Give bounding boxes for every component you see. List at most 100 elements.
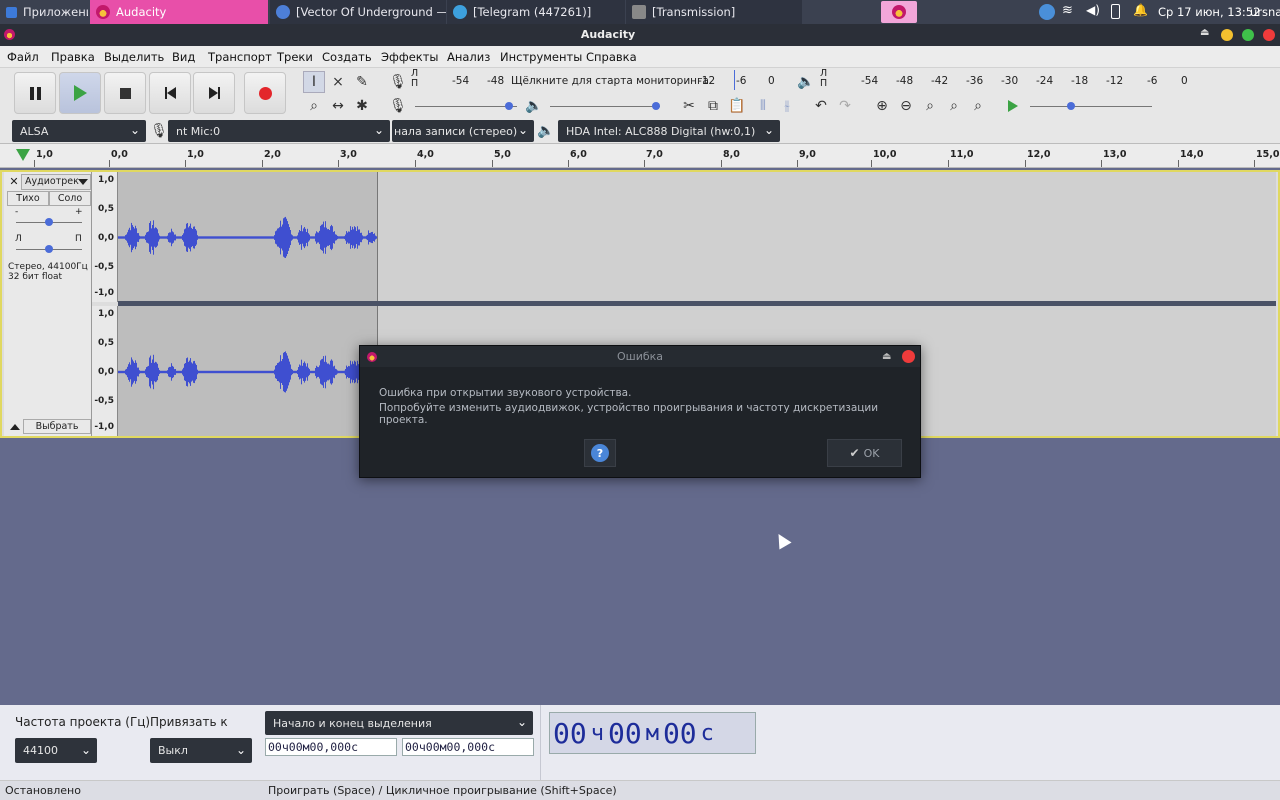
input-channels-select[interactable]: нала записи (стерео) ⌄ [392, 120, 534, 142]
selection-mode-select[interactable]: Начало и конец выделения ⌄ [265, 711, 533, 735]
dialog-shade-icon[interactable]: ⏏ [882, 346, 891, 367]
waveform-sample [216, 370, 217, 374]
menu-transport[interactable]: Транспорт [208, 50, 272, 64]
multi-tool-button[interactable]: ✱ [351, 95, 373, 117]
menu-generate[interactable]: Создать [322, 50, 372, 64]
fit-selection-button[interactable]: ⌕ [919, 95, 941, 117]
menu-effects[interactable]: Эффекты [381, 50, 439, 64]
project-rate-select[interactable]: 44100 ⌄ [15, 738, 97, 763]
play-button[interactable] [59, 72, 101, 114]
playback-volume-slider[interactable] [550, 99, 660, 113]
audio-position-display[interactable]: 00 ч 00 м 00 с [549, 712, 756, 754]
timeline-tick-label: 10,0 [873, 149, 897, 160]
menu-select[interactable]: Выделить [104, 50, 164, 64]
taskbar-window-browser[interactable]: [Vector Of Underground — ... [270, 0, 446, 24]
updates-icon[interactable] [1039, 4, 1055, 20]
timeline-tick-label: 4,0 [417, 149, 434, 160]
record-meter-mic-icon[interactable]: 🎙 [387, 71, 409, 93]
dialog-close-button[interactable] [902, 350, 915, 363]
track-name-menu[interactable]: Аудиотрек [21, 174, 91, 190]
selection-end-time[interactable]: 00ч00м00,000с [402, 738, 534, 756]
slider-thumb[interactable] [505, 102, 513, 110]
copy-button[interactable]: ⧉ [702, 95, 724, 117]
menu-analyze[interactable]: Анализ [447, 50, 490, 64]
help-button[interactable]: ? [584, 439, 616, 467]
battery-icon[interactable] [1111, 4, 1120, 19]
pan-slider[interactable] [16, 245, 82, 253]
taskbar-window-telegram[interactable]: [Telegram (447261)] [447, 0, 625, 24]
maximize-button[interactable] [1242, 29, 1254, 41]
playback-meter[interactable]: -54 -48 -42 -36 -30 -24 -18 -12 -6 0 [835, 70, 1190, 92]
skip-to-end-button[interactable] [193, 72, 235, 114]
skip-to-start-button[interactable] [149, 72, 191, 114]
waveform-sample [120, 236, 121, 239]
timeline-ruler[interactable]: 1,0 0,0 1,0 2,0 3,0 4,0 5,0 6,0 7,0 8,0 9,0 10,0 11,… [0, 144, 1280, 168]
record-button[interactable] [244, 72, 286, 114]
taskbar-window-transmission[interactable]: [Transmission] [626, 0, 802, 24]
waveform-sample [309, 234, 310, 241]
vertical-scale-right[interactable]: 1,0 0,5 0,0 -0,5 -1,0 [92, 306, 118, 436]
play-head-triangle-icon[interactable] [16, 149, 30, 161]
slider-thumb[interactable] [1067, 102, 1075, 110]
snap-to-select[interactable]: Выкл ⌄ [150, 738, 252, 763]
close-track-button[interactable]: ✕ [7, 175, 21, 189]
audio-host-select[interactable]: ALSA ⌄ [12, 120, 146, 142]
close-button[interactable] [1263, 29, 1275, 41]
playback-meter-speaker-icon[interactable]: 🔈 [795, 71, 817, 93]
selection-tool-button[interactable]: I [303, 71, 325, 93]
clock[interactable]: Ср 17 июн, 13:52 [1158, 5, 1260, 19]
select-track-button[interactable]: Выбрать [23, 419, 91, 434]
volume-icon[interactable]: ◀) [1086, 3, 1100, 17]
slider-thumb[interactable] [45, 218, 53, 226]
waveform-sample [320, 360, 321, 384]
slider-thumb[interactable] [45, 245, 53, 253]
menu-help[interactable]: Справка [586, 50, 637, 64]
apps-menu-button[interactable]: Приложения [0, 0, 88, 24]
vertical-scale-left[interactable]: 1,0 0,5 0,0 -0,5 -1,0 [92, 172, 118, 302]
pause-button[interactable] [14, 72, 56, 114]
paste-button[interactable]: 📋 [726, 95, 748, 117]
menu-tracks[interactable]: Треки [277, 50, 313, 64]
draw-tool-button[interactable]: ✎ [351, 71, 373, 93]
menu-view[interactable]: Вид [172, 50, 195, 64]
notifications-bell-icon[interactable]: 🔔 [1133, 3, 1148, 17]
ok-button[interactable]: ✔ OK [827, 439, 902, 467]
solo-button[interactable]: Соло [49, 191, 91, 206]
zoom-in-button[interactable]: ⊕ [871, 95, 893, 117]
trim-button[interactable]: ⫴ [752, 95, 774, 117]
zoom-tool-button[interactable]: ⌕ [303, 95, 325, 117]
collapse-track-button[interactable] [7, 420, 23, 434]
wifi-icon[interactable]: ≋ [1062, 3, 1073, 18]
waveform-channel-left[interactable] [118, 172, 1276, 301]
silence-button[interactable]: ⫳ [776, 95, 798, 117]
menu-file[interactable]: Файл [7, 50, 39, 64]
envelope-tool-button[interactable]: ⨯ [327, 71, 349, 93]
redo-button[interactable]: ↷ [834, 95, 856, 117]
timeshift-tool-button[interactable]: ↔ [327, 95, 349, 117]
record-meter[interactable]: -54 -48 Щёлкните для старта мониторинга … [426, 70, 781, 92]
fit-project-button[interactable]: ⌕ [943, 95, 965, 117]
input-device-select[interactable]: nt Mic:0 ⌄ [168, 120, 390, 142]
zoom-out-button[interactable]: ⊖ [895, 95, 917, 117]
user-name[interactable]: ursna [1250, 5, 1280, 19]
menu-edit[interactable]: Правка [51, 50, 95, 64]
taskbar-window-audacity[interactable]: Audacity [90, 0, 268, 24]
zoom-toggle-button[interactable]: ⌕ [967, 95, 989, 117]
selection-start-time[interactable]: 00ч00м00,000с [265, 738, 397, 756]
recording-volume-slider[interactable] [415, 99, 517, 113]
menu-tools[interactable]: Инструменты [500, 50, 582, 64]
audacity-tray-icon[interactable] [881, 1, 917, 23]
window-shade-icon[interactable]: ⏏ [1200, 27, 1209, 38]
play-speed-slider[interactable] [1030, 99, 1152, 113]
play-at-speed-button[interactable] [1002, 95, 1024, 117]
slider-thumb[interactable] [652, 102, 660, 110]
waveform-sample [248, 370, 249, 374]
cut-button[interactable]: ✂ [678, 95, 700, 117]
timeline-tick-mark [185, 160, 186, 167]
gain-slider[interactable] [16, 218, 82, 226]
stop-button[interactable] [104, 72, 146, 114]
mute-button[interactable]: Тихо [7, 191, 49, 206]
output-device-select[interactable]: HDA Intel: ALC888 Digital (hw:0,1) ⌄ [558, 120, 780, 142]
minimize-button[interactable] [1221, 29, 1233, 41]
undo-button[interactable]: ↶ [810, 95, 832, 117]
